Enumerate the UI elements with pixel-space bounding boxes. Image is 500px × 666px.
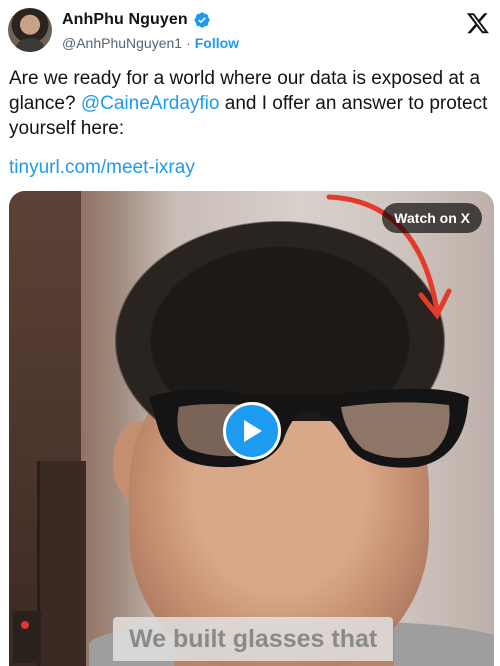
video-caption: We built glasses that bbox=[113, 617, 394, 661]
avatar[interactable] bbox=[8, 8, 52, 52]
mention-link[interactable]: @CaineArdayfio bbox=[81, 93, 220, 114]
handle-row: @AnhPhuNguyen1 · Follow bbox=[62, 35, 239, 51]
video-thumbnail[interactable]: Watch on X We built glasses that bbox=[9, 191, 494, 666]
watch-on-x-button[interactable]: Watch on X bbox=[382, 203, 482, 233]
play-icon bbox=[244, 420, 262, 442]
author-name-row: AnhPhu Nguyen bbox=[62, 11, 211, 29]
background-door bbox=[37, 461, 86, 666]
background-switch bbox=[13, 611, 41, 663]
separator-dot: · bbox=[186, 35, 191, 51]
tweet-link[interactable]: tinyurl.com/meet-ixray bbox=[9, 157, 195, 179]
x-logo-icon[interactable] bbox=[466, 11, 490, 35]
author-handle[interactable]: @AnhPhuNguyen1 bbox=[62, 35, 182, 51]
follow-button[interactable]: Follow bbox=[195, 35, 239, 51]
tweet-header: AnhPhu Nguyen @AnhPhuNguyen1 · Follow bbox=[8, 8, 492, 54]
author-name[interactable]: AnhPhu Nguyen bbox=[62, 11, 188, 29]
tweet-text: Are we ready for a world where our data … bbox=[9, 66, 491, 141]
play-button[interactable] bbox=[223, 402, 281, 460]
glasses-graphic bbox=[149, 388, 469, 468]
verified-badge-icon bbox=[194, 12, 210, 28]
